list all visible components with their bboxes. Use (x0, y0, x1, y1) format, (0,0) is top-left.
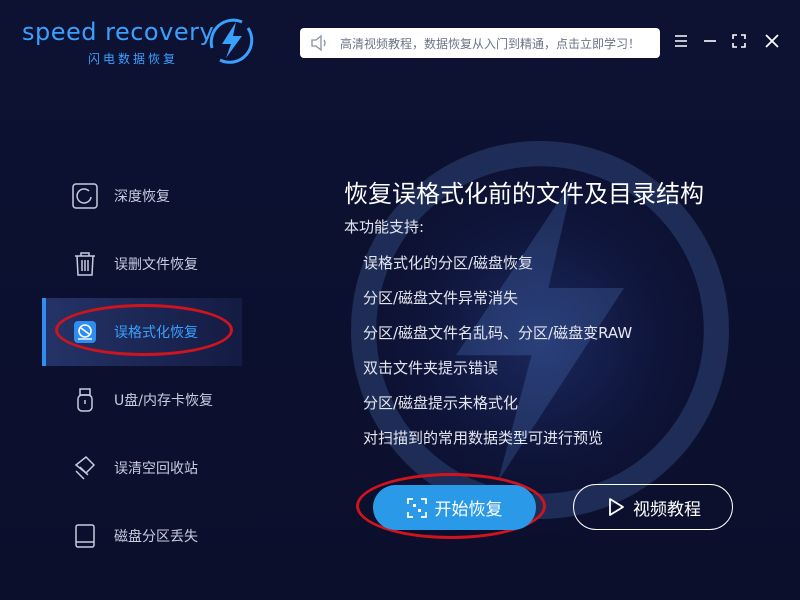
play-icon (609, 498, 624, 516)
sidebar-item-deleted-files[interactable]: 误删文件恢复 (42, 230, 242, 298)
maximize-button[interactable] (728, 30, 750, 52)
sidebar-item-label: 误删文件恢复 (114, 257, 198, 273)
sidebar-item-usb-recovery[interactable]: U盘/内存卡恢复 (42, 366, 242, 434)
lightning-logo-icon (209, 18, 254, 64)
recycle-bin-icon (72, 455, 98, 481)
sidebar-item-label: 误格式化恢复 (114, 325, 198, 341)
maximize-icon (732, 34, 746, 48)
format-disk-icon (72, 319, 98, 345)
list-item: 双击文件夹提示错误 (363, 359, 499, 377)
menu-icon (675, 35, 687, 47)
minimize-button[interactable] (699, 30, 721, 52)
menu-button[interactable] (670, 30, 692, 52)
list-item: 对扫描到的常用数据类型可进行预览 (363, 429, 604, 447)
sidebar-item-label: U盘/内存卡恢复 (114, 393, 213, 409)
support-label: 本功能支持: (344, 218, 425, 236)
deep-scan-icon (72, 183, 98, 209)
list-item: 误格式化的分区/磁盘恢复 (363, 254, 534, 272)
list-item: 分区/磁盘文件名乱码、分区/磁盘变RAW (363, 324, 633, 342)
page-title: 恢复误格式化前的文件及目录结构 (344, 180, 704, 208)
start-recovery-label: 开始恢复 (434, 500, 503, 520)
video-tutorial-button[interactable]: 视频教程 (573, 484, 733, 530)
usb-icon (72, 387, 98, 413)
sidebar-item-label: 深度恢复 (114, 189, 170, 205)
sidebar: 深度恢复 误删文件恢复 误格式化恢复 U盘/内存卡恢复 误清空回收站 磁盘分区丢… (42, 162, 242, 570)
app-logo: speed recovery 闪电数据恢复 (22, 12, 262, 72)
start-recovery-button[interactable]: 开始恢复 (373, 485, 536, 530)
disk-icon (72, 523, 98, 549)
logo-text: speed recovery (22, 18, 215, 46)
sidebar-item-label: 误清空回收站 (114, 461, 198, 477)
scan-icon (406, 497, 427, 518)
speaker-icon (311, 34, 326, 52)
video-tutorial-label: 视频教程 (633, 499, 701, 520)
sidebar-item-label: 磁盘分区丢失 (114, 529, 198, 545)
list-item: 分区/磁盘文件异常消失 (363, 289, 519, 307)
list-item: 分区/磁盘提示未格式化 (363, 394, 519, 412)
close-button[interactable] (761, 30, 783, 52)
trash-icon (72, 251, 98, 277)
sidebar-item-format-recovery[interactable]: 误格式化恢复 (42, 298, 242, 366)
sidebar-item-deep-recovery[interactable]: 深度恢复 (42, 162, 242, 230)
feature-list: 误格式化的分区/磁盘恢复 分区/磁盘文件异常消失 分区/磁盘文件名乱码、分区/磁… (363, 246, 632, 456)
notice-bar[interactable]: 高清视频教程，数据恢复从入门到精通，点击立即学习！ (300, 28, 660, 58)
close-icon (765, 34, 779, 48)
notice-text: 高清视频教程，数据恢复从入门到精通，点击立即学习！ (340, 36, 641, 51)
sidebar-item-partition-lost[interactable]: 磁盘分区丢失 (42, 502, 242, 570)
minimize-icon (704, 40, 716, 42)
sidebar-item-recycle-bin[interactable]: 误清空回收站 (42, 434, 242, 502)
logo-subtitle: 闪电数据恢复 (88, 52, 179, 66)
